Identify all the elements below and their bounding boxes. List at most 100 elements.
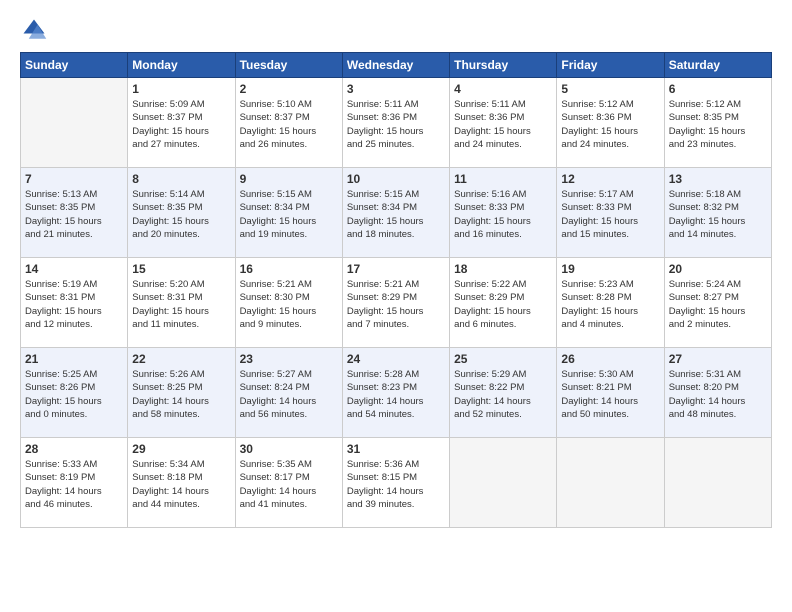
day-info: Sunrise: 5:12 AM Sunset: 8:36 PM Dayligh…	[561, 98, 659, 151]
week-row-4: 21 Sunrise: 5:25 AM Sunset: 8:26 PM Dayli…	[21, 348, 772, 438]
calendar-cell	[557, 438, 664, 528]
calendar-cell: 22 Sunrise: 5:26 AM Sunset: 8:25 PM Dayli…	[128, 348, 235, 438]
day-info: Sunrise: 5:10 AM Sunset: 8:37 PM Dayligh…	[240, 98, 338, 151]
weekday-header-sunday: Sunday	[21, 53, 128, 78]
day-number: 25	[454, 352, 552, 366]
logo	[20, 16, 52, 44]
calendar-cell: 6 Sunrise: 5:12 AM Sunset: 8:35 PM Daylig…	[664, 78, 771, 168]
calendar-cell: 15Sunrise: 5:20 AM Sunset: 8:31 PM Dayli…	[128, 258, 235, 348]
day-info: Sunrise: 5:15 AM Sunset: 8:34 PM Dayligh…	[240, 188, 338, 241]
calendar-cell: 2 Sunrise: 5:10 AM Sunset: 8:37 PM Daylig…	[235, 78, 342, 168]
day-info: Sunrise: 5:22 AM Sunset: 8:29 PM Dayligh…	[454, 278, 552, 331]
day-number: 9	[240, 172, 338, 186]
day-number: 15	[132, 262, 230, 276]
day-number: 17	[347, 262, 445, 276]
day-info: Sunrise: 5:11 AM Sunset: 8:36 PM Dayligh…	[347, 98, 445, 151]
day-info: Sunrise: 5:12 AM Sunset: 8:35 PM Dayligh…	[669, 98, 767, 151]
day-number: 29	[132, 442, 230, 456]
calendar-cell: 17 Sunrise: 5:21 AM Sunset: 8:29 PM Dayli…	[342, 258, 449, 348]
day-number: 12	[561, 172, 659, 186]
day-info: Sunrise: 5:28 AM Sunset: 8:23 PM Dayligh…	[347, 368, 445, 421]
page: SundayMondayTuesdayWednesdayThursdayFrid…	[0, 0, 792, 612]
day-number: 18	[454, 262, 552, 276]
day-info: Sunrise: 5:34 AM Sunset: 8:18 PM Dayligh…	[132, 458, 230, 511]
day-number: 23	[240, 352, 338, 366]
day-info: Sunrise: 5:15 AM Sunset: 8:34 PM Dayligh…	[347, 188, 445, 241]
calendar-cell: 13Sunrise: 5:18 AM Sunset: 8:32 PM Dayli…	[664, 168, 771, 258]
calendar-cell: 16Sunrise: 5:21 AM Sunset: 8:30 PM Dayli…	[235, 258, 342, 348]
day-number: 4	[454, 82, 552, 96]
logo-icon	[20, 16, 48, 44]
day-info: Sunrise: 5:21 AM Sunset: 8:29 PM Dayligh…	[347, 278, 445, 331]
day-number: 21	[25, 352, 123, 366]
day-info: Sunrise: 5:14 AM Sunset: 8:35 PM Dayligh…	[132, 188, 230, 241]
calendar-cell: 12 Sunrise: 5:17 AM Sunset: 8:33 PM Dayli…	[557, 168, 664, 258]
calendar-cell: 3Sunrise: 5:11 AM Sunset: 8:36 PM Daylig…	[342, 78, 449, 168]
calendar-cell: 5 Sunrise: 5:12 AM Sunset: 8:36 PM Daylig…	[557, 78, 664, 168]
calendar-cell: 28 Sunrise: 5:33 AM Sunset: 8:19 PM Dayli…	[21, 438, 128, 528]
calendar-cell: 31 Sunrise: 5:36 AM Sunset: 8:15 PM Dayli…	[342, 438, 449, 528]
day-info: Sunrise: 5:35 AM Sunset: 8:17 PM Dayligh…	[240, 458, 338, 511]
day-info: Sunrise: 5:13 AM Sunset: 8:35 PM Dayligh…	[25, 188, 123, 241]
day-number: 27	[669, 352, 767, 366]
weekday-header-thursday: Thursday	[450, 53, 557, 78]
day-info: Sunrise: 5:26 AM Sunset: 8:25 PM Dayligh…	[132, 368, 230, 421]
day-number: 26	[561, 352, 659, 366]
day-info: Sunrise: 5:30 AM Sunset: 8:21 PM Dayligh…	[561, 368, 659, 421]
day-number: 24	[347, 352, 445, 366]
day-number: 10	[347, 172, 445, 186]
day-number: 8	[132, 172, 230, 186]
weekday-header-wednesday: Wednesday	[342, 53, 449, 78]
day-info: Sunrise: 5:21 AM Sunset: 8:30 PM Dayligh…	[240, 278, 338, 331]
day-info: Sunrise: 5:36 AM Sunset: 8:15 PM Dayligh…	[347, 458, 445, 511]
calendar-cell	[450, 438, 557, 528]
calendar-cell	[21, 78, 128, 168]
day-number: 2	[240, 82, 338, 96]
calendar-cell: 14 Sunrise: 5:19 AM Sunset: 8:31 PM Dayli…	[21, 258, 128, 348]
day-number: 31	[347, 442, 445, 456]
calendar-cell: 8 Sunrise: 5:14 AM Sunset: 8:35 PM Daylig…	[128, 168, 235, 258]
calendar-cell: 21 Sunrise: 5:25 AM Sunset: 8:26 PM Dayli…	[21, 348, 128, 438]
day-info: Sunrise: 5:23 AM Sunset: 8:28 PM Dayligh…	[561, 278, 659, 331]
calendar-cell: 27 Sunrise: 5:31 AM Sunset: 8:20 PM Dayli…	[664, 348, 771, 438]
week-row-3: 14 Sunrise: 5:19 AM Sunset: 8:31 PM Dayli…	[21, 258, 772, 348]
day-info: Sunrise: 5:33 AM Sunset: 8:19 PM Dayligh…	[25, 458, 123, 511]
calendar-cell	[664, 438, 771, 528]
week-row-5: 28 Sunrise: 5:33 AM Sunset: 8:19 PM Dayli…	[21, 438, 772, 528]
calendar-cell: 20Sunrise: 5:24 AM Sunset: 8:27 PM Dayli…	[664, 258, 771, 348]
calendar-table: SundayMondayTuesdayWednesdayThursdayFrid…	[20, 52, 772, 528]
calendar-cell: 4Sunrise: 5:11 AM Sunset: 8:36 PM Daylig…	[450, 78, 557, 168]
weekday-header-saturday: Saturday	[664, 53, 771, 78]
weekday-header-friday: Friday	[557, 53, 664, 78]
day-number: 5	[561, 82, 659, 96]
day-info: Sunrise: 5:17 AM Sunset: 8:33 PM Dayligh…	[561, 188, 659, 241]
day-info: Sunrise: 5:18 AM Sunset: 8:32 PM Dayligh…	[669, 188, 767, 241]
day-number: 6	[669, 82, 767, 96]
day-number: 22	[132, 352, 230, 366]
weekday-header-monday: Monday	[128, 53, 235, 78]
day-number: 19	[561, 262, 659, 276]
day-info: Sunrise: 5:19 AM Sunset: 8:31 PM Dayligh…	[25, 278, 123, 331]
day-info: Sunrise: 5:31 AM Sunset: 8:20 PM Dayligh…	[669, 368, 767, 421]
header	[20, 16, 772, 44]
day-number: 11	[454, 172, 552, 186]
calendar-cell: 10 Sunrise: 5:15 AM Sunset: 8:34 PM Dayli…	[342, 168, 449, 258]
calendar-cell: 18 Sunrise: 5:22 AM Sunset: 8:29 PM Dayli…	[450, 258, 557, 348]
calendar-cell: 25 Sunrise: 5:29 AM Sunset: 8:22 PM Dayli…	[450, 348, 557, 438]
day-info: Sunrise: 5:16 AM Sunset: 8:33 PM Dayligh…	[454, 188, 552, 241]
calendar-cell: 23Sunrise: 5:27 AM Sunset: 8:24 PM Dayli…	[235, 348, 342, 438]
day-info: Sunrise: 5:09 AM Sunset: 8:37 PM Dayligh…	[132, 98, 230, 151]
day-number: 28	[25, 442, 123, 456]
calendar-cell: 26 Sunrise: 5:30 AM Sunset: 8:21 PM Dayli…	[557, 348, 664, 438]
calendar-cell: 19 Sunrise: 5:23 AM Sunset: 8:28 PM Dayli…	[557, 258, 664, 348]
day-number: 20	[669, 262, 767, 276]
calendar-cell: 30 Sunrise: 5:35 AM Sunset: 8:17 PM Dayli…	[235, 438, 342, 528]
calendar-cell: 9 Sunrise: 5:15 AM Sunset: 8:34 PM Daylig…	[235, 168, 342, 258]
day-number: 30	[240, 442, 338, 456]
day-info: Sunrise: 5:29 AM Sunset: 8:22 PM Dayligh…	[454, 368, 552, 421]
weekday-header-row: SundayMondayTuesdayWednesdayThursdayFrid…	[21, 53, 772, 78]
day-info: Sunrise: 5:25 AM Sunset: 8:26 PM Dayligh…	[25, 368, 123, 421]
day-number: 14	[25, 262, 123, 276]
day-number: 7	[25, 172, 123, 186]
day-number: 1	[132, 82, 230, 96]
